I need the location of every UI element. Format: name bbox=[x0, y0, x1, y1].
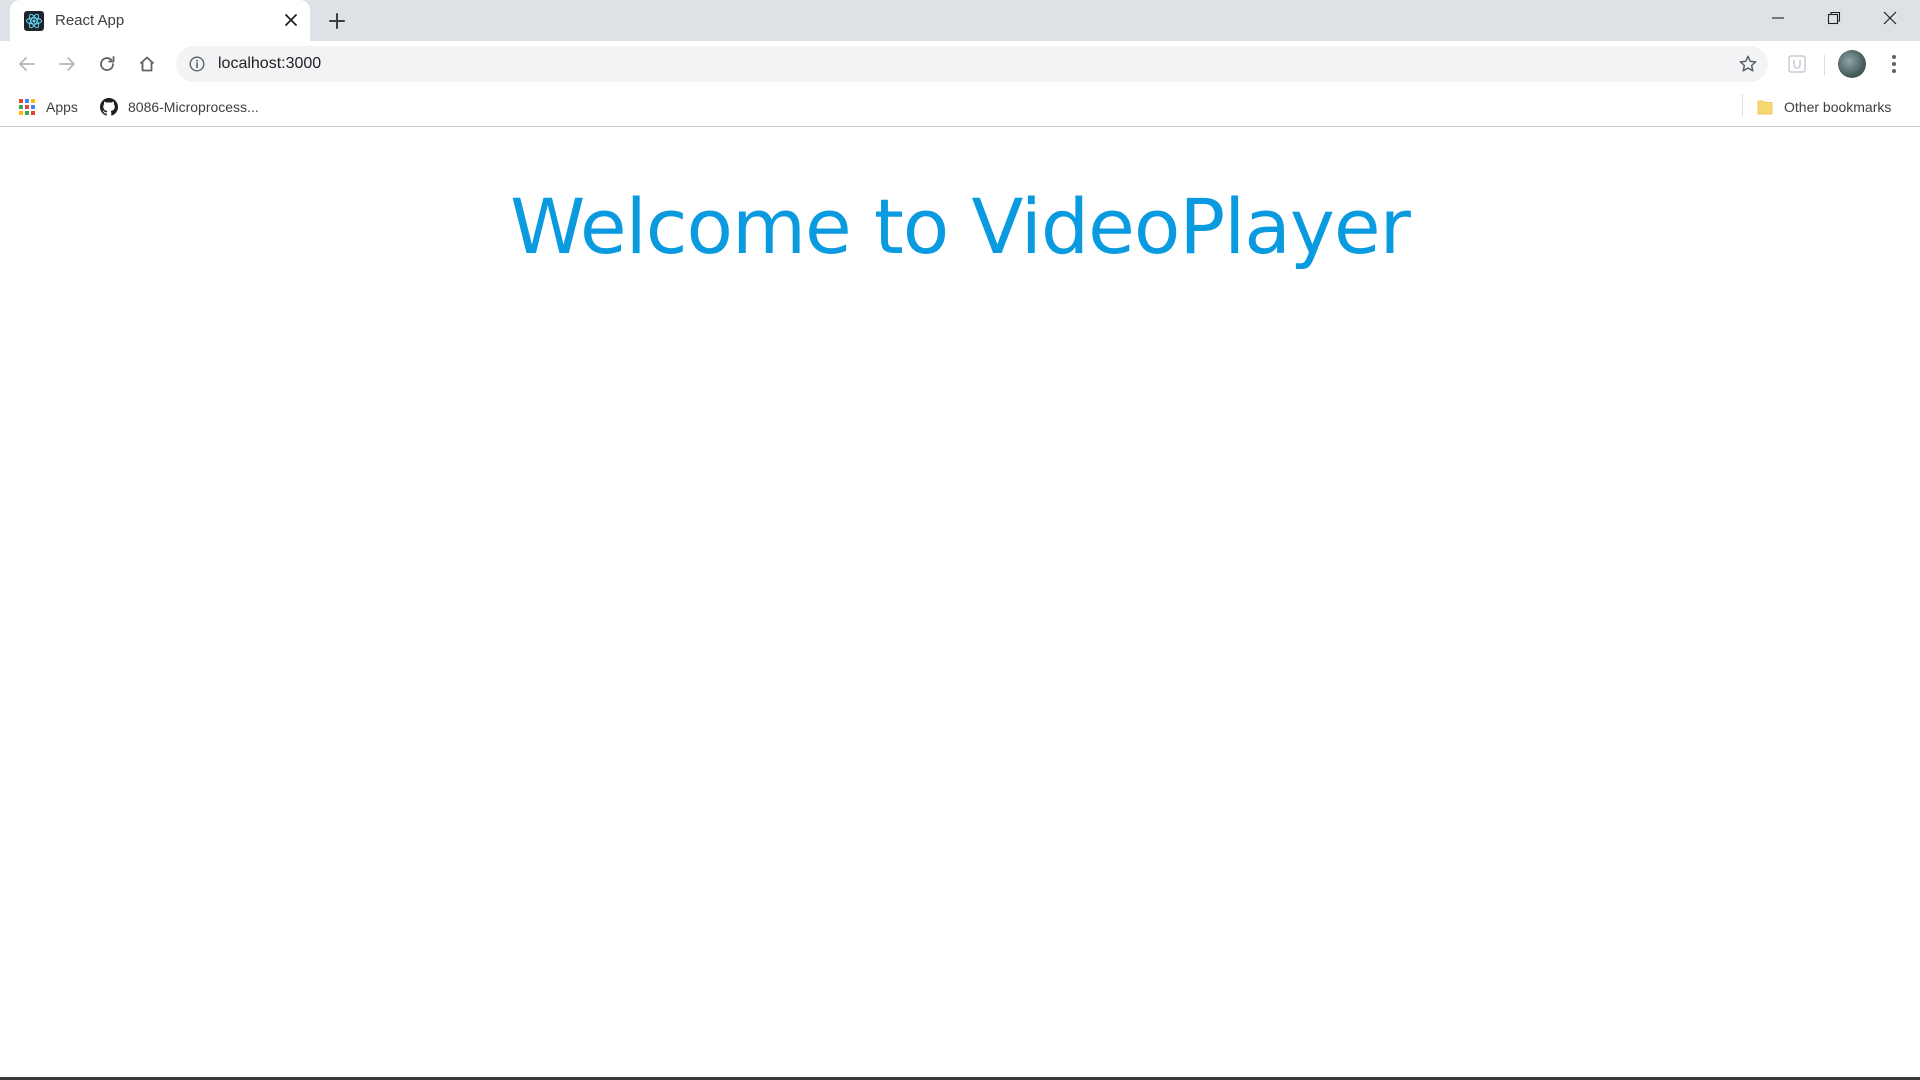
bookmark-label: 8086-Microprocess... bbox=[128, 99, 259, 115]
apps-grid-icon bbox=[18, 98, 36, 116]
extension-icon[interactable] bbox=[1784, 51, 1810, 77]
bookmark-label: Apps bbox=[46, 99, 78, 115]
tab-strip: React App bbox=[0, 0, 1920, 41]
url-input[interactable] bbox=[218, 46, 1618, 82]
reload-icon[interactable] bbox=[91, 48, 123, 80]
github-icon bbox=[100, 98, 118, 116]
bookmarks-divider bbox=[1742, 94, 1743, 116]
info-icon[interactable] bbox=[188, 55, 206, 73]
home-icon[interactable] bbox=[131, 48, 163, 80]
browser-tab[interactable]: React App bbox=[10, 0, 310, 41]
back-arrow-icon[interactable] bbox=[11, 48, 43, 80]
minimize-icon[interactable] bbox=[1750, 0, 1806, 36]
toolbar-divider bbox=[1824, 55, 1825, 75]
close-tab-icon[interactable] bbox=[281, 10, 301, 30]
bookmarks-bar: Apps 8086-Microprocess... Other bookmark… bbox=[0, 87, 1920, 127]
close-window-icon[interactable] bbox=[1862, 0, 1918, 36]
more-menu-icon[interactable] bbox=[1880, 48, 1908, 80]
forward-arrow-icon[interactable] bbox=[51, 48, 83, 80]
page-content: Welcome to VideoPlayer bbox=[0, 128, 1920, 1076]
browser-toolbar bbox=[0, 41, 1920, 87]
tab-title: React App bbox=[55, 12, 125, 29]
profile-avatar[interactable] bbox=[1838, 50, 1866, 78]
other-bookmarks-label: Other bookmarks bbox=[1784, 99, 1892, 115]
bookmark-star-icon[interactable] bbox=[1736, 52, 1760, 76]
bookmark-github[interactable]: 8086-Microprocess... bbox=[100, 93, 259, 121]
other-bookmarks[interactable]: Other bookmarks bbox=[1756, 93, 1891, 121]
new-tab-icon[interactable] bbox=[324, 8, 350, 34]
bookmark-apps[interactable]: Apps bbox=[18, 93, 78, 121]
restore-icon[interactable] bbox=[1806, 0, 1862, 36]
folder-icon bbox=[1756, 98, 1774, 116]
react-logo-icon bbox=[24, 11, 44, 31]
address-bar[interactable] bbox=[176, 46, 1768, 82]
page-title: Welcome to VideoPlayer bbox=[510, 182, 1411, 271]
